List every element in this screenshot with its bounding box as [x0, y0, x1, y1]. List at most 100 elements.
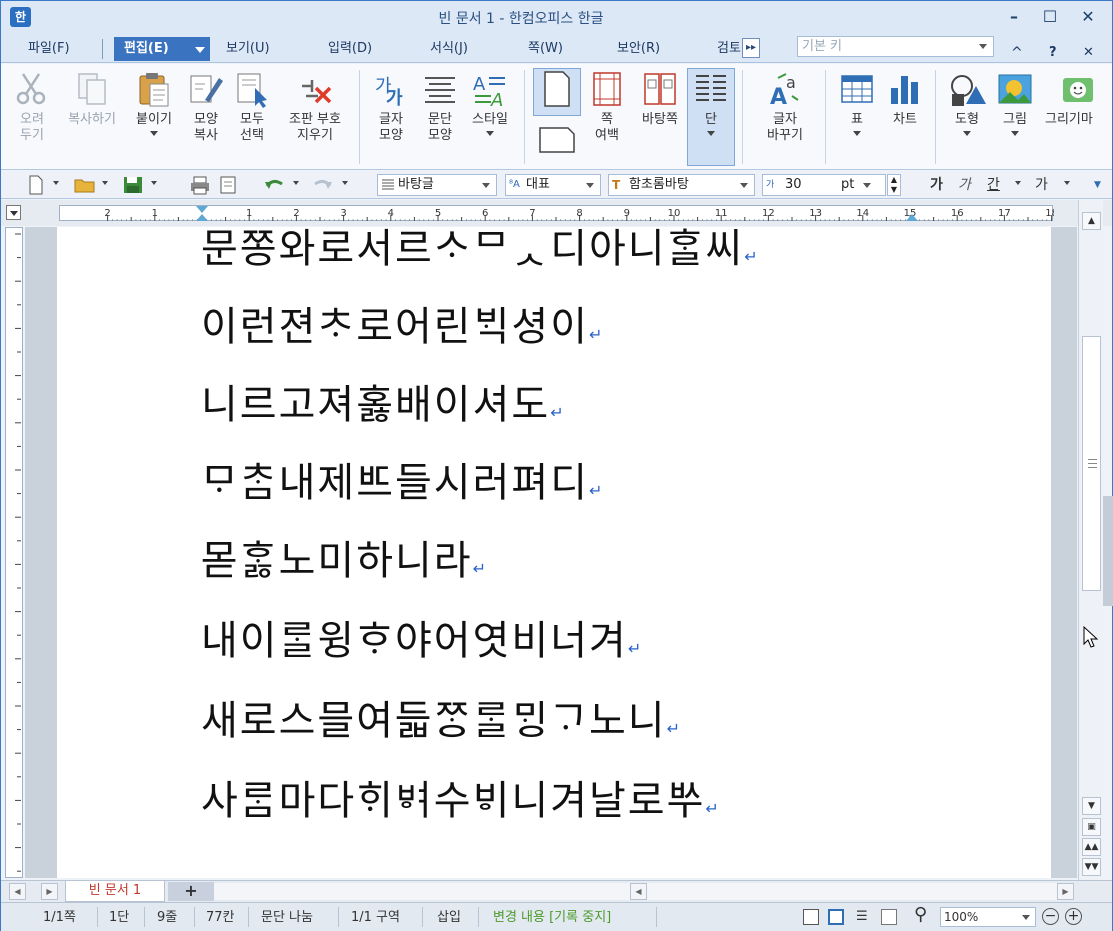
side-panel-toggle-icon[interactable]: [1103, 496, 1113, 606]
chevron-down-icon[interactable]: [1015, 181, 1021, 185]
menu-scroll-right-icon[interactable]: ▸▸: [742, 38, 760, 58]
language-combo[interactable]: ⁸A 대표: [505, 174, 601, 196]
para-shape-button[interactable]: 문단 모양: [417, 70, 463, 144]
menu-security[interactable]: 보안(R): [617, 37, 660, 61]
doc-line[interactable]: 새로스믈여듧ᄍᆞᆼᄅᆞᆯᄆᆡᆼᄀᆞ노니↵: [201, 699, 680, 751]
zoom-icon[interactable]: ⚲: [914, 906, 927, 924]
document-page[interactable]: 문쫑와로서르ᄉᆞᄆᆺ디아니ᄒᆞᆯ씨↵ 이런젼ᄎᆞ로어린ᄇᆡᆨ셩이↵ 니르고져홇배…: [57, 227, 1051, 878]
underline-button[interactable]: 간: [987, 174, 1000, 196]
status-track-changes[interactable]: 변경 내용 [기록 중지]: [493, 909, 611, 927]
status-page[interactable]: 1/1쪽: [43, 909, 76, 927]
close-button[interactable]: ✕: [1071, 4, 1105, 30]
menu-view[interactable]: 보기(U): [226, 37, 270, 61]
toolbar-more-icon[interactable]: ▼: [1094, 174, 1108, 196]
menu-page[interactable]: 쪽(W): [528, 37, 563, 61]
outline-view-icon[interactable]: [881, 909, 897, 925]
prev-page-icon[interactable]: ▲▲: [1082, 838, 1101, 856]
style-key-combo[interactable]: 기본 키: [797, 36, 994, 57]
page-view-icon[interactable]: ▣: [1082, 818, 1101, 836]
erase-marks-button[interactable]: 조판 부호 지우기: [279, 70, 351, 144]
fit-width-view-icon[interactable]: [803, 909, 819, 925]
zoom-combo[interactable]: 100%: [940, 907, 1036, 927]
menu-file[interactable]: 파일(F): [28, 37, 70, 61]
doc-line[interactable]: 니르고져홇배이셔도↵: [201, 383, 564, 435]
ruler-toggle-icon[interactable]: [6, 205, 21, 220]
zoom-out-icon[interactable]: −: [1042, 908, 1059, 925]
style-button[interactable]: AA 스타일: [466, 70, 514, 136]
maximize-button[interactable]: ☐: [1033, 4, 1067, 30]
picture-button[interactable]: 그림: [993, 70, 1037, 136]
scroll-down-icon[interactable]: ▼: [1082, 797, 1101, 815]
select-all-button[interactable]: 모두 선택: [230, 70, 274, 144]
bold-button[interactable]: 가: [930, 174, 943, 196]
help-icon[interactable]: ?: [1049, 41, 1057, 65]
change-case-button[interactable]: Aa 글자 바꾸기: [757, 70, 813, 144]
master-page-button[interactable]: 바탕쪽: [635, 70, 685, 128]
chevron-down-icon[interactable]: [293, 181, 299, 185]
scroll-right-icon[interactable]: ▶: [1057, 883, 1074, 900]
doc-line[interactable]: 내이ᄅᆞᆯ윙ᄒᆞ야어엿비너겨↵: [201, 619, 641, 671]
doc-line[interactable]: ᄆᆞᄎᆞᆷ내제ᄠᅳ들시러펴디↵: [201, 461, 602, 513]
add-tab-button[interactable]: +: [168, 882, 214, 901]
scroll-up-icon[interactable]: ▲: [1082, 212, 1101, 230]
font-combo[interactable]: T 함초롬바탕: [608, 174, 755, 196]
status-section[interactable]: 1/1 구역: [351, 909, 400, 927]
style-combo[interactable]: 바탕글: [377, 174, 497, 196]
shape-button[interactable]: 도형: [945, 70, 989, 136]
scroll-left-icon[interactable]: ◀: [630, 883, 647, 900]
chevron-down-icon[interactable]: [53, 181, 59, 185]
vertical-scrollbar[interactable]: ▲ ▼ ▣ ▲▲ ▼▼: [1078, 200, 1103, 880]
minimize-button[interactable]: –: [997, 4, 1031, 30]
print-icon[interactable]: [189, 174, 211, 196]
page-view-icon[interactable]: [828, 909, 844, 925]
chevron-down-icon[interactable]: [102, 181, 108, 185]
doc-line[interactable]: 이런젼ᄎᆞ로어린ᄇᆡᆨ셩이↵: [201, 305, 602, 357]
format-copy-button[interactable]: 모양 복사: [184, 70, 228, 144]
table-button[interactable]: 표: [837, 70, 877, 136]
chevron-down-icon[interactable]: [342, 181, 348, 185]
redo-icon[interactable]: [312, 174, 334, 196]
char-shape-button[interactable]: 가가 글자 모양: [367, 70, 415, 144]
font-size-combo[interactable]: 가 30 pt: [762, 174, 886, 196]
horizontal-scrollbar[interactable]: ◀ ▶: [214, 883, 1074, 900]
scroll-thumb[interactable]: [1082, 336, 1101, 591]
paste-button[interactable]: 붙이기: [130, 70, 178, 136]
first-tab-icon[interactable]: ◀: [9, 883, 26, 900]
chart-button[interactable]: 차트: [883, 70, 927, 128]
open-folder-icon[interactable]: [74, 174, 96, 196]
document-area[interactable]: 문쫑와로서르ᄉᆞᄆᆺ디아니ᄒᆞᆯ씨↵ 이런젼ᄎᆞ로어린ᄇᆡᆨ셩이↵ 니르고져홇배…: [25, 227, 1077, 878]
doc-line[interactable]: 문쫑와로서르ᄉᆞᄆᆺ디아니ᄒᆞᆯ씨↵: [201, 227, 758, 279]
copy-button[interactable]: 복사하기: [59, 70, 125, 128]
horizontal-ruler[interactable]: 21123456789101112131415161718: [1, 200, 1112, 226]
cut-button[interactable]: 오려 두기: [9, 70, 55, 144]
menu-insert[interactable]: 입력(D): [328, 37, 372, 61]
chevron-down-icon[interactable]: [151, 181, 157, 185]
ribbon-collapse-icon[interactable]: ^: [1011, 41, 1023, 65]
draft-view-icon[interactable]: ☰: [856, 909, 872, 925]
print-preview-icon[interactable]: [217, 174, 239, 196]
next-page-icon[interactable]: ▼▼: [1082, 858, 1101, 876]
menu-review[interactable]: 검토: [717, 37, 743, 61]
font-size-spinner[interactable]: ▲ ▼: [887, 174, 901, 196]
drawing-button[interactable]: 그리기마: [1041, 70, 1099, 128]
menu-edit[interactable]: 편집(E): [114, 37, 210, 61]
page-margin-button[interactable]: 쪽 여백: [585, 70, 629, 144]
strikethrough-button[interactable]: 가: [1035, 174, 1048, 196]
page-portrait-button[interactable]: [536, 70, 578, 112]
indent-marker-icon[interactable]: [196, 206, 208, 221]
save-icon[interactable]: [122, 174, 144, 196]
italic-button[interactable]: 가: [958, 174, 971, 196]
doc-line[interactable]: 사ᄅᆞᆷ마다ᄒᆡᄫᅧ수ᄫᅵ니겨날로ᄡᅮ↵: [201, 779, 719, 831]
close-doc-icon[interactable]: ✕: [1083, 41, 1094, 65]
new-document-icon[interactable]: [27, 174, 45, 196]
chevron-down-icon[interactable]: [1064, 181, 1070, 185]
columns-button[interactable]: 단: [689, 70, 733, 136]
status-insert-mode[interactable]: 삽입: [437, 909, 461, 927]
menu-format[interactable]: 서식(J): [430, 37, 468, 61]
zoom-in-icon[interactable]: +: [1065, 908, 1082, 925]
doc-line[interactable]: 몯ᄒᆞᇙ노미하니라↵: [201, 539, 486, 591]
page-landscape-button[interactable]: [536, 124, 578, 158]
undo-icon[interactable]: [263, 174, 285, 196]
tab-document-1[interactable]: 빈 문서 1: [65, 881, 165, 902]
next-tab-icon[interactable]: ▶: [41, 883, 58, 900]
